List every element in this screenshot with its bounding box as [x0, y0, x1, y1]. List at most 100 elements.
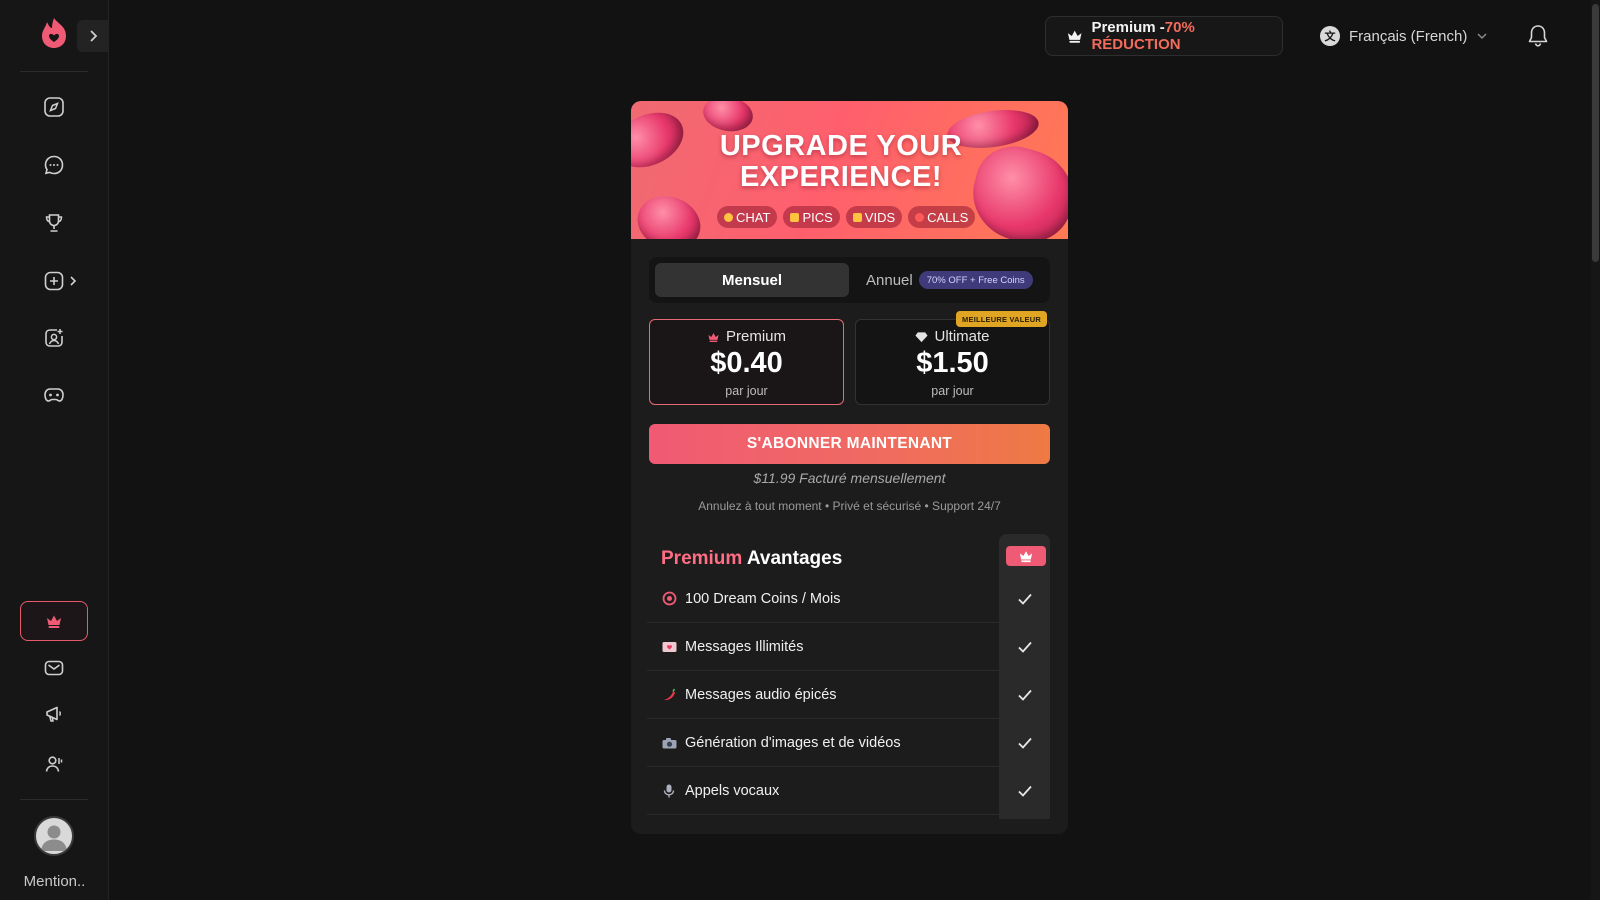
- benefit-row: Génération d'images et de vidéos: [647, 719, 999, 767]
- banner-title-line2: EXPERIENCE!: [739, 161, 943, 193]
- benefits-title: Premium Avantages: [661, 548, 842, 570]
- nav-profile[interactable]: [34, 744, 74, 784]
- pricing-card: UPGRADE YOUR EXPERIENCE! CHAT PICS VIDS …: [631, 101, 1068, 834]
- feature-chips: CHAT PICS VIDS CALLS: [717, 206, 976, 228]
- chevron-down-icon: [1477, 33, 1487, 40]
- billing-note: $11.99 Facturé mensuellement: [753, 470, 946, 486]
- language-selector[interactable]: 文 Français (French): [1320, 22, 1488, 50]
- benefit-row: Messages Illimités: [647, 623, 999, 671]
- check-icon: [999, 575, 1050, 623]
- plan-name: Premium: [650, 328, 843, 345]
- sidebar-divider: [20, 71, 88, 72]
- translate-icon: 文: [1320, 26, 1340, 46]
- expand-sidebar-button[interactable]: [77, 20, 109, 52]
- gamepad-icon: [44, 388, 64, 402]
- nav-announcements[interactable]: [34, 694, 74, 734]
- plan-ultimate[interactable]: Ultimate $1.50 par jour: [855, 319, 1050, 405]
- check-icon: [999, 719, 1050, 767]
- chevron-right-icon: [69, 276, 76, 286]
- chip-label: PICS: [802, 209, 833, 225]
- subscribe-now-button[interactable]: S'ABONNER MAINTENANT: [649, 424, 1050, 464]
- plan-price: $1.50: [916, 347, 989, 379]
- benefit-label: 100 Dream Coins / Mois: [685, 590, 841, 607]
- premium-promo-button[interactable]: Premium -70% RÉDUCTION: [1045, 16, 1283, 56]
- benefit-row: 100 Dream Coins / Mois: [647, 575, 999, 623]
- microphone-icon: [661, 784, 677, 798]
- benefit-row: Messages audio épicés: [647, 671, 999, 719]
- chat-bubble-icon: [724, 212, 733, 222]
- benefits-title-rest: Avantages: [746, 548, 843, 569]
- chip-pics: PICS: [783, 206, 840, 228]
- nav-leaderboard[interactable]: [34, 203, 74, 243]
- benefit-label: Génération d'images et de vidéos: [685, 734, 901, 751]
- annual-discount-badge: 70% OFF + Free Coins: [918, 271, 1033, 289]
- nav-mail[interactable]: [34, 648, 74, 688]
- best-value-badge: MEILLEURE VALEUR: [956, 311, 1047, 327]
- crown-icon: [1019, 551, 1033, 563]
- chip-vids: VIDS: [845, 206, 903, 228]
- benefit-label: Messages Illimités: [685, 638, 804, 655]
- mail-icon: [44, 660, 64, 676]
- benefit-row: Appels vocaux: [647, 767, 999, 815]
- billing-period-toggle: Mensuel Annuel 70% OFF + Free Coins: [649, 257, 1050, 303]
- nav-explore[interactable]: [34, 87, 74, 127]
- app-logo[interactable]: [38, 16, 70, 50]
- plan-period: par jour: [931, 384, 974, 398]
- avatar-placeholder-icon: [41, 825, 67, 851]
- premium-column-badge: [1006, 546, 1046, 566]
- image-add-icon: [45, 329, 63, 347]
- upgrade-banner: UPGRADE YOUR EXPERIENCE! CHAT PICS VIDS …: [631, 101, 1068, 239]
- camera-icon: [661, 736, 677, 750]
- plan-name: Ultimate: [856, 328, 1049, 345]
- scrollbar-thumb[interactable]: [1592, 4, 1599, 262]
- crown-icon: [1067, 30, 1082, 43]
- banner-title-line1: UPGRADE YOUR: [719, 130, 963, 162]
- plan-premium[interactable]: Premium $0.40 par jour: [649, 319, 844, 405]
- chip-label: CALLS: [927, 209, 969, 225]
- check-icon: [999, 767, 1050, 815]
- benefit-label: Appels vocaux: [685, 782, 780, 799]
- plan-name-label: Premium: [725, 328, 786, 345]
- nav-create[interactable]: [34, 261, 86, 301]
- nav-games[interactable]: [34, 375, 74, 415]
- video-icon: [852, 212, 862, 222]
- benefit-label: Messages audio épicés: [685, 686, 837, 703]
- crown-icon: [47, 615, 61, 628]
- coin-decoration: [631, 187, 708, 239]
- nav-chat[interactable]: [34, 145, 74, 185]
- trophy-icon: [45, 214, 63, 232]
- chat-bubble-icon: [44, 155, 64, 175]
- compass-icon: [44, 97, 64, 117]
- assurance-text: Annulez à tout moment • Privé et sécuris…: [698, 499, 1001, 513]
- tab-annual[interactable]: Annuel 70% OFF + Free Coins: [866, 257, 1033, 303]
- megaphone-icon: [46, 706, 61, 722]
- love-letter-icon: [661, 640, 677, 654]
- check-icon: [999, 671, 1050, 719]
- username[interactable]: Mention..: [0, 873, 109, 890]
- chili-pepper-icon: [661, 688, 677, 702]
- nav-generate-image[interactable]: [34, 318, 74, 358]
- chevron-right-icon: [90, 30, 98, 42]
- plan-price: $0.40: [710, 347, 783, 379]
- nav-premium[interactable]: [20, 601, 88, 641]
- photo-icon: [790, 212, 800, 222]
- diamond-icon: [915, 331, 929, 342]
- banner-title: UPGRADE YOUR EXPERIENCE!: [631, 131, 1051, 193]
- chip-label: CHAT: [736, 209, 771, 225]
- tab-annual-label: Annuel: [866, 271, 913, 289]
- chip-calls: CALLS: [908, 206, 976, 228]
- language-label: Français (French): [1349, 27, 1468, 45]
- add-square-icon: [44, 271, 63, 291]
- notifications-button[interactable]: [1524, 22, 1552, 50]
- chip-chat: CHAT: [717, 206, 778, 228]
- avatar[interactable]: [34, 816, 74, 856]
- tab-monthly[interactable]: Mensuel: [655, 263, 849, 297]
- check-icon: [999, 623, 1050, 671]
- bell-icon: [1528, 25, 1548, 47]
- chip-label: VIDS: [864, 209, 896, 225]
- crown-icon: [708, 332, 719, 342]
- benefits-title-accent: Premium: [661, 548, 743, 569]
- sidebar-divider: [20, 799, 88, 800]
- sidebar: Mention..: [0, 0, 109, 900]
- coin-icon: [661, 591, 677, 606]
